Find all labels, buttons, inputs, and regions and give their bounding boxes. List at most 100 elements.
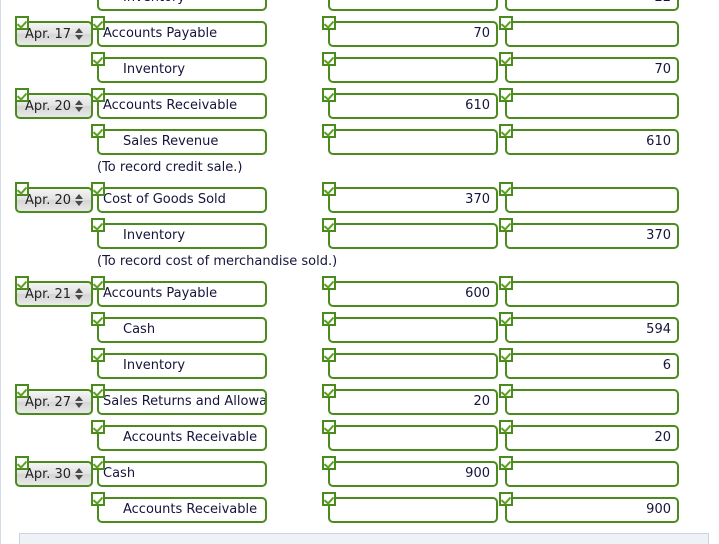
journal-entry-row: Apr. 17 Accounts Payable 70 bbox=[1, 16, 719, 52]
stepper-arrows[interactable] bbox=[75, 100, 84, 112]
check-icon bbox=[499, 348, 513, 362]
check-icon bbox=[91, 420, 105, 434]
check-icon bbox=[322, 124, 336, 138]
check-icon bbox=[499, 88, 513, 102]
check-icon bbox=[15, 16, 29, 30]
debit-input[interactable] bbox=[328, 129, 498, 155]
debit-input[interactable]: 20 bbox=[328, 389, 498, 415]
debit-input[interactable]: 610 bbox=[328, 93, 498, 119]
credit-input[interactable]: 22 bbox=[505, 0, 679, 11]
journal-entry-row: Sales Revenue 610 bbox=[1, 124, 719, 160]
chevron-up-icon[interactable] bbox=[75, 288, 84, 293]
chevron-up-icon[interactable] bbox=[75, 194, 84, 199]
stepper-arrows[interactable] bbox=[75, 28, 84, 40]
account-input[interactable]: Inventory bbox=[97, 353, 267, 379]
debit-input[interactable] bbox=[328, 317, 498, 343]
account-input[interactable]: Inventory bbox=[97, 223, 267, 249]
check-icon bbox=[499, 182, 513, 196]
chevron-up-icon[interactable] bbox=[75, 100, 84, 105]
account-input[interactable]: Accounts Receivable bbox=[97, 497, 267, 523]
debit-input[interactable]: 70 bbox=[328, 21, 498, 47]
chevron-down-icon[interactable] bbox=[75, 295, 84, 300]
chevron-down-icon[interactable] bbox=[75, 201, 84, 206]
credit-input[interactable] bbox=[505, 461, 679, 487]
credit-input[interactable]: 610 bbox=[505, 129, 679, 155]
account-input[interactable]: Cost of Goods Sold bbox=[97, 187, 267, 213]
check-icon bbox=[91, 456, 105, 470]
credit-input[interactable] bbox=[505, 389, 679, 415]
memo-text: (To record credit sale.) bbox=[97, 160, 243, 175]
check-icon bbox=[499, 420, 513, 434]
check-icon bbox=[322, 52, 336, 66]
credit-input[interactable]: 900 bbox=[505, 497, 679, 523]
credit-input[interactable]: 20 bbox=[505, 425, 679, 451]
chevron-down-icon[interactable] bbox=[75, 107, 84, 112]
check-icon bbox=[322, 348, 336, 362]
debit-input[interactable]: 370 bbox=[328, 187, 498, 213]
debit-input[interactable] bbox=[328, 353, 498, 379]
credit-input[interactable]: 370 bbox=[505, 223, 679, 249]
check-icon bbox=[322, 456, 336, 470]
chevron-up-icon[interactable] bbox=[75, 28, 84, 33]
check-icon bbox=[91, 384, 105, 398]
debit-input[interactable]: 900 bbox=[328, 461, 498, 487]
stepper-arrows[interactable] bbox=[75, 468, 84, 480]
credit-input[interactable] bbox=[505, 281, 679, 307]
check-icon bbox=[91, 88, 105, 102]
stepper-arrows[interactable] bbox=[75, 396, 84, 408]
check-icon bbox=[499, 312, 513, 326]
check-icon bbox=[499, 218, 513, 232]
credit-input[interactable] bbox=[505, 187, 679, 213]
date-select-value: Apr. 20 bbox=[24, 98, 72, 114]
journal-entry-row: Apr. 20 Accounts Receivable 610 bbox=[1, 88, 719, 124]
account-input[interactable]: Cash bbox=[97, 461, 267, 487]
chevron-up-icon[interactable] bbox=[75, 468, 84, 473]
journal-entry-row: Apr. 30 Cash 900 bbox=[1, 456, 719, 492]
check-icon bbox=[499, 16, 513, 30]
check-icon bbox=[15, 276, 29, 290]
account-input[interactable]: Cash bbox=[97, 317, 267, 343]
account-input[interactable]: Sales Returns and Allowan bbox=[97, 389, 267, 415]
check-icon bbox=[499, 52, 513, 66]
credit-input[interactable]: 6 bbox=[505, 353, 679, 379]
credit-input[interactable] bbox=[505, 21, 679, 47]
account-input[interactable]: Accounts Receivable bbox=[97, 425, 267, 451]
account-input[interactable]: Sales Revenue bbox=[97, 129, 267, 155]
check-icon bbox=[499, 492, 513, 506]
account-input[interactable]: Inventory bbox=[97, 57, 267, 83]
account-input[interactable]: Inventory bbox=[97, 0, 267, 11]
credit-input[interactable]: 594 bbox=[505, 317, 679, 343]
check-icon bbox=[322, 218, 336, 232]
check-icon bbox=[91, 348, 105, 362]
check-icon bbox=[15, 182, 29, 196]
account-input[interactable]: Accounts Payable bbox=[97, 281, 267, 307]
journal-entry-row: Apr. 21 Accounts Payable 600 bbox=[1, 276, 719, 312]
chevron-down-icon[interactable] bbox=[75, 403, 84, 408]
chevron-down-icon[interactable] bbox=[75, 35, 84, 40]
check-icon bbox=[91, 492, 105, 506]
check-icon bbox=[322, 312, 336, 326]
journal-entry-row: Inventory 370 bbox=[1, 218, 719, 254]
check-icon bbox=[322, 276, 336, 290]
debit-input[interactable] bbox=[328, 57, 498, 83]
bottom-panel bbox=[19, 533, 709, 544]
credit-input[interactable] bbox=[505, 93, 679, 119]
chevron-up-icon[interactable] bbox=[75, 396, 84, 401]
date-select-value: Apr. 30 bbox=[24, 466, 72, 482]
debit-input[interactable] bbox=[328, 497, 498, 523]
check-icon bbox=[322, 182, 336, 196]
check-icon bbox=[91, 16, 105, 30]
debit-input[interactable] bbox=[328, 0, 498, 11]
date-select-value: Apr. 21 bbox=[24, 286, 72, 302]
check-icon bbox=[499, 384, 513, 398]
account-input[interactable]: Accounts Payable bbox=[97, 21, 267, 47]
debit-input[interactable]: 600 bbox=[328, 281, 498, 307]
credit-input[interactable]: 70 bbox=[505, 57, 679, 83]
stepper-arrows[interactable] bbox=[75, 194, 84, 206]
debit-input[interactable] bbox=[328, 425, 498, 451]
chevron-down-icon[interactable] bbox=[75, 475, 84, 480]
account-input[interactable]: Accounts Receivable bbox=[97, 93, 267, 119]
date-select-value: Apr. 20 bbox=[24, 192, 72, 208]
debit-input[interactable] bbox=[328, 223, 498, 249]
stepper-arrows[interactable] bbox=[75, 288, 84, 300]
